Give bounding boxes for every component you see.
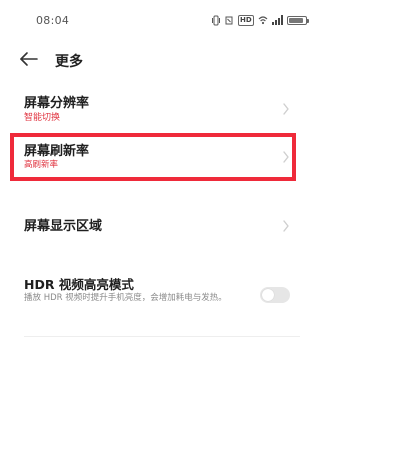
battery-level bbox=[288, 17, 303, 23]
chevron-right-icon bbox=[282, 148, 290, 163]
setting-description: 播放 HDR 视频时提升手机亮度，会增加耗电与发热。 bbox=[24, 293, 227, 303]
setting-screen-refresh-rate[interactable]: 屏幕刷新率 高刷新率 bbox=[0, 136, 300, 176]
page-title: 更多 bbox=[55, 54, 83, 70]
setting-subtitle: 高刷新率 bbox=[24, 160, 59, 170]
chevron-right-icon bbox=[282, 217, 290, 232]
wifi-icon bbox=[258, 14, 268, 26]
signal-icon bbox=[271, 15, 283, 25]
screen: 08:04 HD 更多 屏幕分辨率 智能切换 屏幕刷新率 高刷新率 屏幕显示区域… bbox=[0, 0, 416, 455]
setting-screen-resolution[interactable]: 屏幕分辨率 智能切换 bbox=[0, 88, 300, 128]
setting-screen-display-area[interactable]: 屏幕显示区域 bbox=[0, 207, 300, 239]
hdr-toggle[interactable] bbox=[260, 287, 290, 303]
hd-icon: HD bbox=[238, 14, 254, 26]
nfc-icon bbox=[224, 14, 234, 26]
toggle-knob bbox=[262, 289, 274, 301]
back-arrow-icon[interactable] bbox=[18, 49, 40, 69]
setting-subtitle: 智能切换 bbox=[24, 113, 61, 123]
battery-icon bbox=[286, 15, 309, 25]
vibrate-icon bbox=[212, 14, 220, 26]
divider bbox=[24, 336, 300, 337]
setting-hdr-video-mode: HDR 视频高亮模式 播放 HDR 视频时提升手机亮度，会增加耗电与发热。 bbox=[0, 266, 300, 324]
setting-title: HDR 视频高亮模式 bbox=[24, 277, 134, 292]
status-icons: HD bbox=[212, 13, 309, 27]
setting-title: 屏幕显示区域 bbox=[24, 219, 103, 234]
header: 更多 bbox=[0, 45, 320, 75]
setting-title: 屏幕分辨率 bbox=[24, 96, 90, 111]
status-bar: 08:04 HD bbox=[0, 0, 320, 38]
setting-title: 屏幕刷新率 bbox=[24, 144, 90, 159]
chevron-right-icon bbox=[282, 100, 290, 115]
status-time: 08:04 bbox=[36, 14, 70, 27]
